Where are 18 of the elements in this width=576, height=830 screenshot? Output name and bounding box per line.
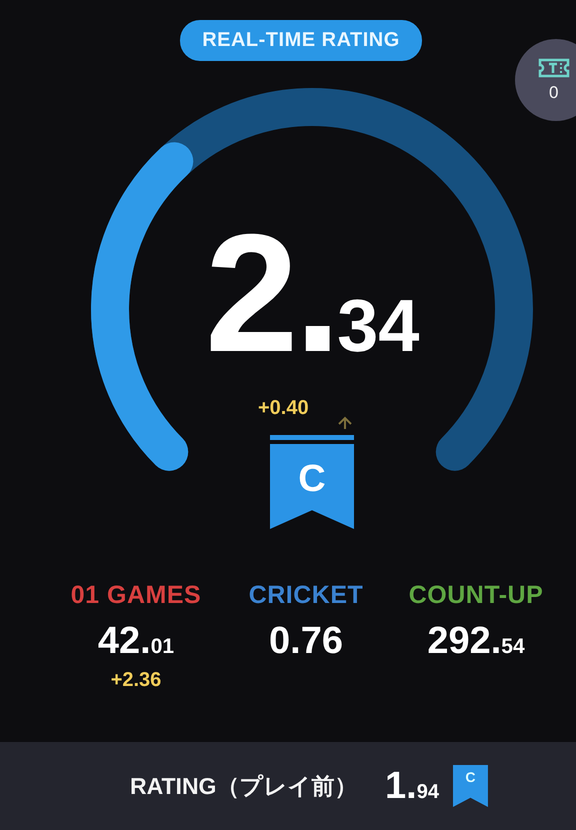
stat-value: 0.76 — [269, 620, 343, 663]
rating-change: +0.40 — [258, 397, 309, 420]
ticket-count: 0 — [549, 83, 558, 103]
rating-value: 2.34 — [205, 209, 420, 377]
stat-value: 292.54 — [427, 620, 525, 663]
footer-rating: 1.94 — [385, 764, 439, 808]
header-title: REAL-TIME RATING — [180, 20, 422, 61]
footer-rank-badge: C — [452, 765, 488, 807]
stat-value: 42.01 — [98, 620, 174, 663]
stat-change: +2.36 — [110, 669, 162, 692]
stat-label: 01 GAMES — [70, 581, 202, 610]
rank-badge: C — [270, 435, 354, 529]
stat-label: COUNT-UP — [408, 581, 544, 610]
ticket-icon — [537, 57, 571, 79]
stat-label: CRICKET — [248, 581, 364, 610]
ticket-counter[interactable]: 0 — [515, 39, 576, 121]
footer-label: RATING（プレイ前） — [130, 772, 358, 800]
up-arrow-icon — [337, 416, 353, 430]
